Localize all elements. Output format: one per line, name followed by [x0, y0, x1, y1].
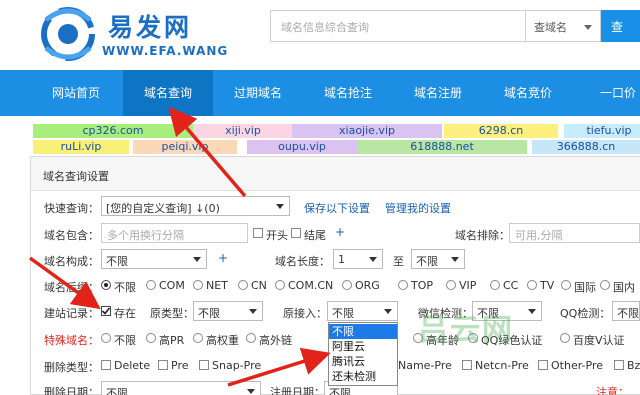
- arrow-to-dropdown: [227, 347, 331, 387]
- arrow-to-domain-query: [168, 106, 247, 198]
- annotation-arrows: [28, 106, 331, 387]
- arrow-to-site-record: [28, 256, 101, 310]
